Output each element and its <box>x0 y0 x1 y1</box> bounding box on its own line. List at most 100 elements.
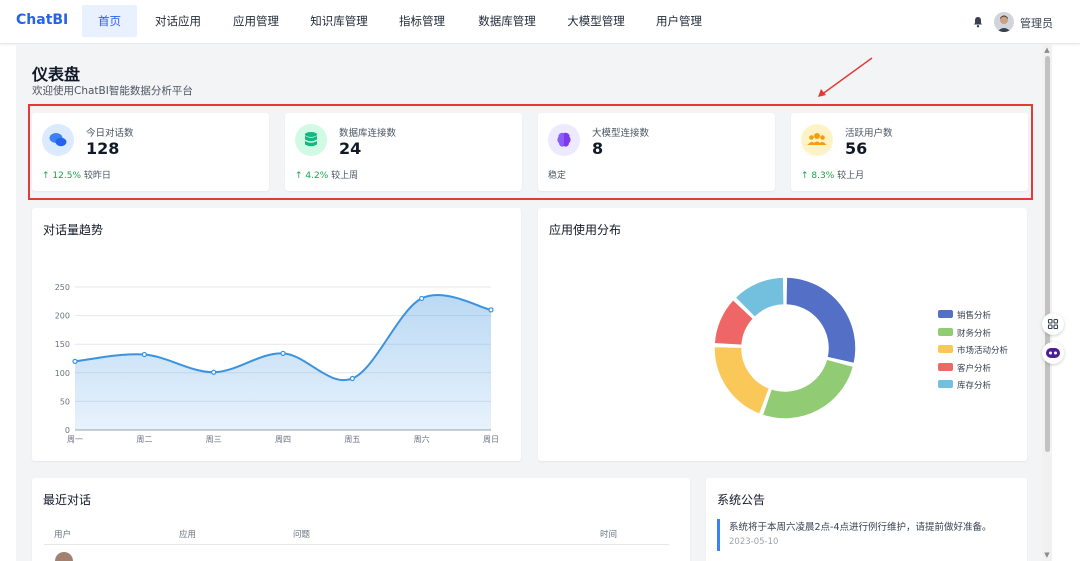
legend-label: 库存分析 <box>957 381 992 391</box>
stat-footer: ↑ 8.3% 较上月 <box>801 168 864 181</box>
legend-label: 客户分析 <box>957 363 992 374</box>
stat-card-llm: 大模型连接数 8 稳定 <box>538 113 775 191</box>
pie-slice <box>761 358 855 420</box>
stat-trend: ↑ 12.5% <box>42 171 81 181</box>
announcement-date: 2023-05-10 <box>729 537 779 547</box>
recent-panel: 最近对话 用户 应用 问题 时间 <box>32 478 690 561</box>
nav-item-home[interactable]: 首页 <box>82 5 137 37</box>
panel-title: 系统公告 <box>717 493 766 507</box>
annotation-arrow <box>818 57 873 97</box>
pie-chart <box>713 276 857 420</box>
x-tick-label: 周一 <box>67 435 83 444</box>
brain-icon <box>548 124 580 156</box>
scroll-thumb[interactable] <box>1045 56 1050 452</box>
y-tick-label: 150 <box>55 340 70 349</box>
y-tick-label: 50 <box>60 397 70 406</box>
stat-value: 56 <box>845 139 868 158</box>
stat-value: 24 <box>339 139 362 158</box>
stat-note: 较昨日 <box>83 171 111 181</box>
x-tick-label: 周六 <box>414 434 430 444</box>
y-tick-label: 250 <box>55 283 70 292</box>
legend-label: 财务分析 <box>957 328 992 339</box>
panel-title: 最近对话 <box>43 493 92 507</box>
table-divider <box>44 544 669 545</box>
nav-item-knowledge-base[interactable]: 知识库管理 <box>302 5 376 37</box>
stat-label: 活跃用户数 <box>845 128 893 139</box>
stat-value: 128 <box>86 139 120 158</box>
legend-label: 销售分析 <box>957 311 992 321</box>
stat-note: 较上周 <box>331 171 359 181</box>
x-tick-label: 周二 <box>136 435 152 444</box>
main-content: 仪表盘 欢迎使用ChatBI智能数据分析平台 今日对话数 128 ↑ 12.5%… <box>16 44 1042 561</box>
stat-trend: ↑ 8.3% <box>801 171 835 181</box>
stat-card-active-users: 活跃用户数 56 ↑ 8.3% 较上月 <box>791 113 1028 191</box>
data-point <box>349 375 355 382</box>
column-header[interactable]: 用户 <box>54 528 71 540</box>
scroll-up-icon[interactable]: ▲ <box>1043 46 1051 54</box>
legend-label: 市场活动分析 <box>957 346 1009 356</box>
data-point <box>419 295 425 302</box>
x-tick-label: 周五 <box>344 435 360 444</box>
stat-label: 数据库连接数 <box>339 128 397 139</box>
stat-label: 大模型连接数 <box>592 128 650 139</box>
pie-slice <box>713 345 771 416</box>
trend-panel: 对话量趋势 0 50 100 150 200 250 周一 周二 周三 周四 周五 周六 周日 <box>32 208 521 461</box>
trend-chart: 0 50 100 150 200 250 周一 周二 周三 周四 周五 周六 周日 <box>55 283 499 444</box>
robot-icon <box>1046 348 1060 358</box>
stat-trend: ↑ 4.2% <box>295 171 329 181</box>
y-tick-label: 200 <box>55 312 70 321</box>
data-point <box>72 358 78 364</box>
data-point <box>211 369 217 375</box>
stat-value: 8 <box>592 139 604 158</box>
column-header[interactable]: 问题 <box>293 528 310 540</box>
stat-card-conversations: 今日对话数 128 ↑ 12.5% 较昨日 <box>32 113 269 191</box>
stat-card-databases: 数据库连接数 24 ↑ 4.2% 较上周 <box>285 113 522 191</box>
x-tick-label: 周三 <box>206 435 222 444</box>
avatar <box>55 552 73 561</box>
announcement-panel: 系统公告 系统将于本周六凌晨2点-4点进行例行维护，请提前做好准备。 2023-… <box>706 478 1027 561</box>
stat-label: 今日对话数 <box>86 128 134 139</box>
column-header[interactable]: 应用 <box>179 528 196 540</box>
stat-footer: 稳定 <box>548 168 566 181</box>
page-subtitle: 欢迎使用ChatBI智能数据分析平台 <box>32 85 193 97</box>
pie-slice <box>785 276 857 365</box>
apps-grid-button[interactable] <box>1042 313 1064 335</box>
database-icon <box>295 124 327 156</box>
nav-item-app-management[interactable]: 应用管理 <box>224 5 288 37</box>
chat-bubbles-icon <box>42 124 74 156</box>
user-name[interactable]: 管理员 <box>1020 15 1053 31</box>
legend-swatch <box>938 345 953 353</box>
nav-item-metrics[interactable]: 指标管理 <box>390 5 454 37</box>
stat-note: 较上月 <box>837 171 865 181</box>
legend-swatch <box>938 310 953 318</box>
bell-icon[interactable] <box>972 16 984 28</box>
page-title: 仪表盘 <box>32 65 81 84</box>
y-tick-label: 0 <box>65 426 70 435</box>
grid-icon <box>1047 318 1059 330</box>
nav-item-users[interactable]: 用户管理 <box>647 5 711 37</box>
legend-swatch <box>938 362 953 371</box>
legend-swatch <box>938 327 953 336</box>
assistant-button[interactable] <box>1042 342 1064 364</box>
data-point <box>488 307 494 313</box>
column-header[interactable]: 时间 <box>600 528 617 540</box>
scrollbar[interactable]: ▲ ▼ <box>1042 44 1052 561</box>
x-tick-label: 周日 <box>483 435 499 444</box>
nav-item-chat-apps[interactable]: 对话应用 <box>146 5 210 37</box>
nav-item-llm[interactable]: 大模型管理 <box>559 5 633 37</box>
brand-logo[interactable]: ChatBI <box>16 12 68 28</box>
top-navbar: ChatBI 首页 对话应用 应用管理 知识库管理 指标管理 数据库管理 大模型… <box>0 0 1080 44</box>
y-tick-label: 100 <box>55 369 70 378</box>
distribution-panel: 应用使用分布 销售分析 财务分析 市场活动分析 客户分析 库存分析 <box>538 208 1027 461</box>
legend-swatch <box>938 380 953 388</box>
scroll-down-icon[interactable]: ▼ <box>1043 551 1051 559</box>
nav-item-database[interactable]: 数据库管理 <box>470 5 544 37</box>
x-tick-label: 周四 <box>275 435 291 444</box>
data-point <box>280 350 286 356</box>
announcement-text: 系统将于本周六凌晨2点-4点进行例行维护，请提前做好准备。 <box>729 522 992 533</box>
stat-note: 稳定 <box>548 171 567 181</box>
avatar[interactable] <box>994 12 1014 32</box>
data-point <box>141 351 147 358</box>
stat-footer: ↑ 4.2% 较上周 <box>295 168 358 181</box>
announcement-item[interactable]: 系统将于本周六凌晨2点-4点进行例行维护，请提前做好准备。 2023-05-10 <box>717 519 1017 551</box>
